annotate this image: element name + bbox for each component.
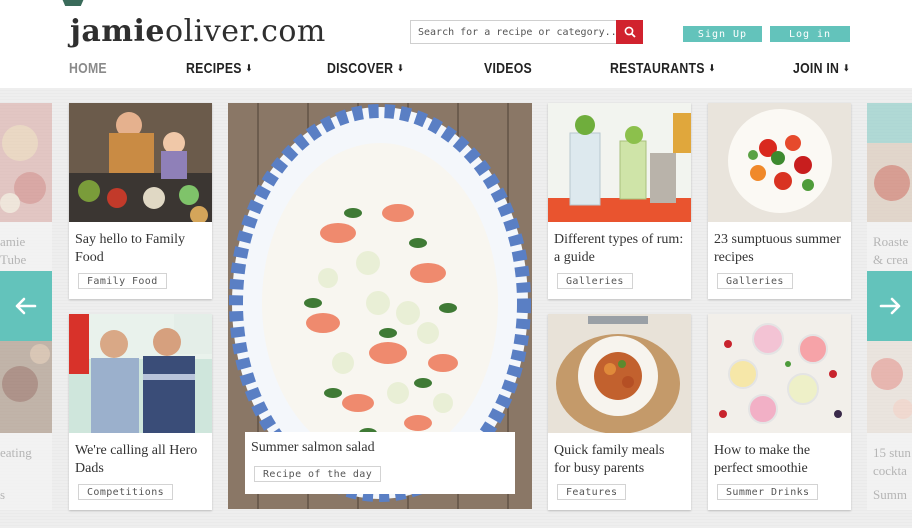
side-card-left-bottom[interactable]: eating s — [0, 314, 52, 510]
nav-item-restaurants[interactable]: RESTAURANTS ⬇ — [610, 60, 715, 77]
search-input[interactable] — [411, 21, 617, 43]
search-box — [410, 20, 643, 44]
card-image — [548, 103, 691, 222]
logo-rest-text: oliver.com — [165, 14, 326, 49]
nav-label: HOME — [69, 60, 107, 77]
card-title[interactable]: Say hello to Family Food — [75, 231, 205, 267]
side-card-text: cockta — [873, 463, 907, 478]
card-summer-recipes[interactable]: 23 sumptuous summer recipes Galleries — [708, 103, 851, 299]
card-tag[interactable]: Competitions — [78, 484, 174, 500]
nav-item-recipes[interactable]: RECIPES ⬇ — [186, 60, 252, 77]
card-family-food[interactable]: Say hello to Family Food Family Food — [69, 103, 212, 299]
side-card-text: & crea — [873, 252, 909, 267]
card-image — [548, 314, 691, 433]
feature-title[interactable]: Summer salmon salad — [251, 440, 375, 456]
nav-label: VIDEOS — [484, 60, 532, 77]
feature-label[interactable]: Summer salmon salad Recipe of the day — [245, 432, 515, 494]
chevron-down-icon: ⬇ — [245, 63, 253, 73]
side-card-text: Roaste — [873, 234, 909, 249]
side-card-text: amie — [0, 234, 26, 249]
side-card-text: s — [0, 487, 6, 502]
chevron-down-icon: ⬇ — [397, 63, 404, 73]
chevron-down-icon: ⬇ — [708, 63, 716, 73]
log-in-button[interactable]: Log in — [770, 26, 850, 42]
card-quick-meals[interactable]: Quick family meals for busy parents Feat… — [548, 314, 691, 510]
arrow-right-icon — [879, 297, 900, 315]
side-card-right-top[interactable]: Roaste & crea — [867, 103, 912, 299]
nav-label: RECIPES — [186, 60, 242, 77]
side-card-right-bottom[interactable]: 15 stun cockta Summ — [867, 314, 912, 510]
nav-item-videos[interactable]: VIDEOS — [484, 60, 532, 77]
nav-item-join-in[interactable]: JOIN IN ⬇ — [793, 60, 850, 77]
side-card-image — [0, 103, 52, 222]
chevron-down-icon: ⬇ — [843, 63, 850, 73]
logo-bold-text: jamie — [70, 14, 166, 49]
nav-label: RESTAURANTS — [610, 60, 705, 77]
card-image — [708, 103, 851, 222]
side-card-text: 15 stun — [873, 445, 911, 460]
card-title[interactable]: 23 sumptuous summer recipes — [714, 231, 844, 267]
arrow-left-icon — [15, 297, 37, 315]
card-title[interactable]: Different types of rum: a guide — [554, 231, 684, 267]
card-smoothie[interactable]: How to make the perfect smoothie Summer … — [708, 314, 851, 510]
site-header: jamieoliver.com Sign Up Log in HOME RECI… — [0, 0, 912, 88]
search-icon — [624, 26, 636, 38]
card-tag[interactable]: Galleries — [557, 273, 633, 289]
side-card-text: Tube — [0, 252, 27, 267]
card-rum-guide[interactable]: Different types of rum: a guide Gallerie… — [548, 103, 691, 299]
card-title[interactable]: How to make the perfect smoothie — [714, 442, 844, 478]
feature-tag[interactable]: Recipe of the day — [254, 466, 382, 482]
nav-item-discover[interactable]: DISCOVER ⬇ — [327, 60, 404, 77]
nav-label: JOIN IN — [793, 60, 840, 77]
side-card-image — [867, 103, 912, 222]
nav-item-home[interactable]: HOME — [69, 60, 107, 77]
card-tag[interactable]: Family Food — [78, 273, 167, 289]
sign-up-button[interactable]: Sign Up — [683, 26, 762, 42]
card-tag[interactable]: Summer Drinks — [717, 484, 819, 500]
card-image — [708, 314, 851, 433]
logo-badge — [60, 0, 86, 6]
card-title[interactable]: Quick family meals for busy parents — [554, 442, 684, 478]
card-image — [69, 314, 212, 433]
card-image — [69, 103, 212, 222]
nav-label: DISCOVER — [327, 60, 394, 77]
carousel-next-button[interactable] — [867, 271, 912, 341]
side-card-left-top[interactable]: amie Tube — [0, 103, 52, 299]
search-button[interactable] — [616, 20, 643, 44]
card-tag[interactable]: Galleries — [717, 273, 793, 289]
side-card-text: Summ — [873, 487, 907, 502]
carousel-prev-button[interactable] — [0, 271, 52, 341]
card-title[interactable]: We're calling all Hero Dads — [75, 442, 205, 478]
side-card-text: eating — [0, 445, 32, 460]
main-nav: HOME RECIPES ⬇ DISCOVER ⬇ VIDEOS RESTAURAN… — [0, 60, 912, 84]
card-tag[interactable]: Features — [557, 484, 627, 500]
card-hero-dads[interactable]: We're calling all Hero Dads Competitions — [69, 314, 212, 510]
site-logo[interactable]: jamieoliver.com — [70, 14, 326, 49]
